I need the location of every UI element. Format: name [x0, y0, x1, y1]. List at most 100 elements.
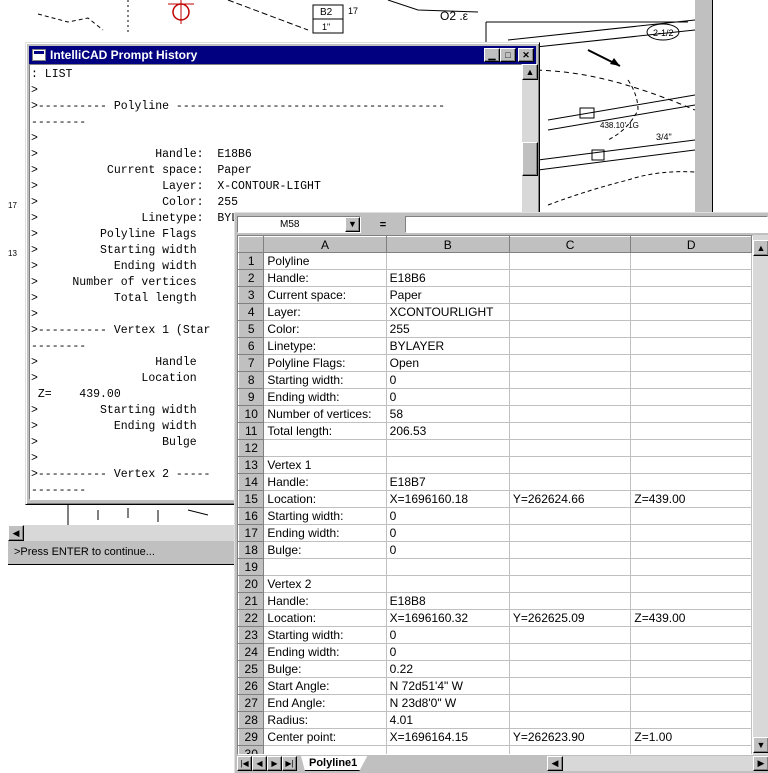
- cell-c[interactable]: [509, 354, 632, 372]
- cell-a[interactable]: [263, 745, 387, 754]
- cell-b[interactable]: X=1696164.15: [386, 728, 510, 746]
- cell-c[interactable]: [509, 660, 632, 678]
- cell-d[interactable]: [630, 524, 752, 542]
- cell-c[interactable]: [509, 439, 632, 457]
- cell-b[interactable]: [386, 745, 510, 754]
- row-header[interactable]: 26: [238, 677, 265, 695]
- cell-d[interactable]: [630, 354, 752, 372]
- cell-b[interactable]: [386, 252, 510, 270]
- name-box[interactable]: M58 ▼: [237, 216, 361, 233]
- cell-d[interactable]: [630, 286, 752, 304]
- name-box-dropdown-button[interactable]: ▼: [345, 217, 360, 232]
- spreadsheet-grid[interactable]: A B C D 1 Polyline 2 Handle: E18B6 3 Current s…: [237, 235, 753, 755]
- cell-b[interactable]: [386, 558, 510, 576]
- row-header[interactable]: 25: [238, 660, 265, 678]
- cell-d[interactable]: [630, 558, 752, 576]
- select-all-corner[interactable]: [238, 236, 265, 253]
- row-header[interactable]: 21: [238, 592, 265, 610]
- cell-c[interactable]: [509, 575, 632, 593]
- row-header[interactable]: 4: [238, 303, 265, 321]
- cell-c[interactable]: Y=262625.09: [509, 609, 632, 627]
- cad-scroll-left-arrow[interactable]: ◀: [8, 525, 24, 541]
- cell-c[interactable]: [509, 456, 632, 474]
- row-header[interactable]: 18: [238, 541, 265, 559]
- cell-d[interactable]: [630, 439, 752, 457]
- cell-a[interactable]: Layer:: [263, 303, 387, 321]
- column-header-b[interactable]: B: [385, 236, 510, 253]
- cell-d[interactable]: [630, 660, 752, 678]
- sheet-horizontal-scrollbar[interactable]: ◀ ▶: [547, 756, 768, 771]
- cell-a[interactable]: Handle:: [263, 269, 387, 287]
- cell-d[interactable]: [630, 405, 752, 423]
- formula-input[interactable]: [405, 216, 768, 233]
- cell-a[interactable]: Color:: [263, 320, 387, 338]
- cell-b[interactable]: [386, 439, 510, 457]
- cell-d[interactable]: Z=1.00: [630, 728, 752, 746]
- cell-a[interactable]: Starting width:: [263, 371, 387, 389]
- row-header[interactable]: 6: [238, 337, 265, 355]
- row-header[interactable]: 1: [238, 252, 265, 270]
- cell-a[interactable]: Vertex 2: [263, 575, 387, 593]
- minimize-button[interactable]: ▁: [484, 48, 500, 62]
- cell-b[interactable]: E18B7: [386, 473, 510, 491]
- cell-a[interactable]: Start Angle:: [263, 677, 387, 695]
- cell-b[interactable]: XCONTOURLIGHT: [386, 303, 510, 321]
- cell-c[interactable]: [509, 422, 632, 440]
- cell-c[interactable]: [509, 388, 632, 406]
- cell-d[interactable]: [630, 473, 752, 491]
- row-header[interactable]: 23: [238, 626, 265, 644]
- cell-c[interactable]: [509, 337, 632, 355]
- cad-horizontal-scrollbar[interactable]: ◀: [8, 525, 248, 541]
- cell-a[interactable]: Linetype:: [263, 337, 387, 355]
- cell-d[interactable]: [630, 541, 752, 559]
- prompt-history-titlebar[interactable]: IntelliCAD Prompt History ▁ □ ✕: [29, 46, 536, 64]
- cell-b[interactable]: 0: [386, 626, 510, 644]
- cell-d[interactable]: [630, 711, 752, 729]
- column-header-d[interactable]: D: [630, 236, 752, 253]
- cell-c[interactable]: [509, 320, 632, 338]
- cell-b[interactable]: X=1696160.32: [386, 609, 510, 627]
- cell-b[interactable]: E18B6: [386, 269, 510, 287]
- cell-a[interactable]: End Angle:: [263, 694, 387, 712]
- formula-equals-button[interactable]: =: [361, 219, 405, 231]
- cell-d[interactable]: [630, 320, 752, 338]
- cell-d[interactable]: [630, 269, 752, 287]
- cell-a[interactable]: Number of vertices:: [263, 405, 387, 423]
- cell-d[interactable]: [630, 643, 752, 661]
- row-header[interactable]: 8: [238, 371, 265, 389]
- cell-d[interactable]: [630, 575, 752, 593]
- cell-a[interactable]: Polyline: [263, 252, 387, 270]
- cell-a[interactable]: Radius:: [263, 711, 387, 729]
- sheet-scroll-right-arrow[interactable]: ▶: [753, 756, 768, 771]
- cell-b[interactable]: 255: [386, 320, 510, 338]
- cell-a[interactable]: [263, 558, 387, 576]
- next-sheet-button[interactable]: ▶: [267, 756, 282, 771]
- row-header[interactable]: 22: [238, 609, 265, 627]
- cell-d[interactable]: [630, 388, 752, 406]
- row-header[interactable]: 13: [238, 456, 265, 474]
- cell-d[interactable]: [630, 592, 752, 610]
- column-header-a[interactable]: A: [263, 236, 387, 253]
- cell-b[interactable]: 0: [386, 643, 510, 661]
- cell-a[interactable]: Starting width:: [263, 626, 387, 644]
- row-header[interactable]: 28: [238, 711, 265, 729]
- row-header[interactable]: 2: [238, 269, 265, 287]
- cell-a[interactable]: Starting width:: [263, 507, 387, 525]
- cell-b[interactable]: 0: [386, 541, 510, 559]
- cell-c[interactable]: [509, 252, 632, 270]
- cell-b[interactable]: Paper: [386, 286, 510, 304]
- cell-b[interactable]: 0: [386, 371, 510, 389]
- cell-c[interactable]: [509, 405, 632, 423]
- sheet-scroll-down-arrow[interactable]: ▼: [753, 737, 768, 753]
- close-button[interactable]: ✕: [518, 48, 534, 62]
- sheet-tab-polyline1[interactable]: Polyline1: [301, 756, 368, 771]
- cell-b[interactable]: N 72d51'4" W: [386, 677, 510, 695]
- cell-a[interactable]: Handle:: [263, 592, 387, 610]
- prompt-scroll-thumb[interactable]: [522, 142, 538, 176]
- cell-d[interactable]: [630, 422, 752, 440]
- cell-a[interactable]: Bulge:: [263, 541, 387, 559]
- cell-b[interactable]: [386, 575, 510, 593]
- row-header[interactable]: 20: [238, 575, 265, 593]
- cell-b[interactable]: 0.22: [386, 660, 510, 678]
- cell-a[interactable]: Ending width:: [263, 643, 387, 661]
